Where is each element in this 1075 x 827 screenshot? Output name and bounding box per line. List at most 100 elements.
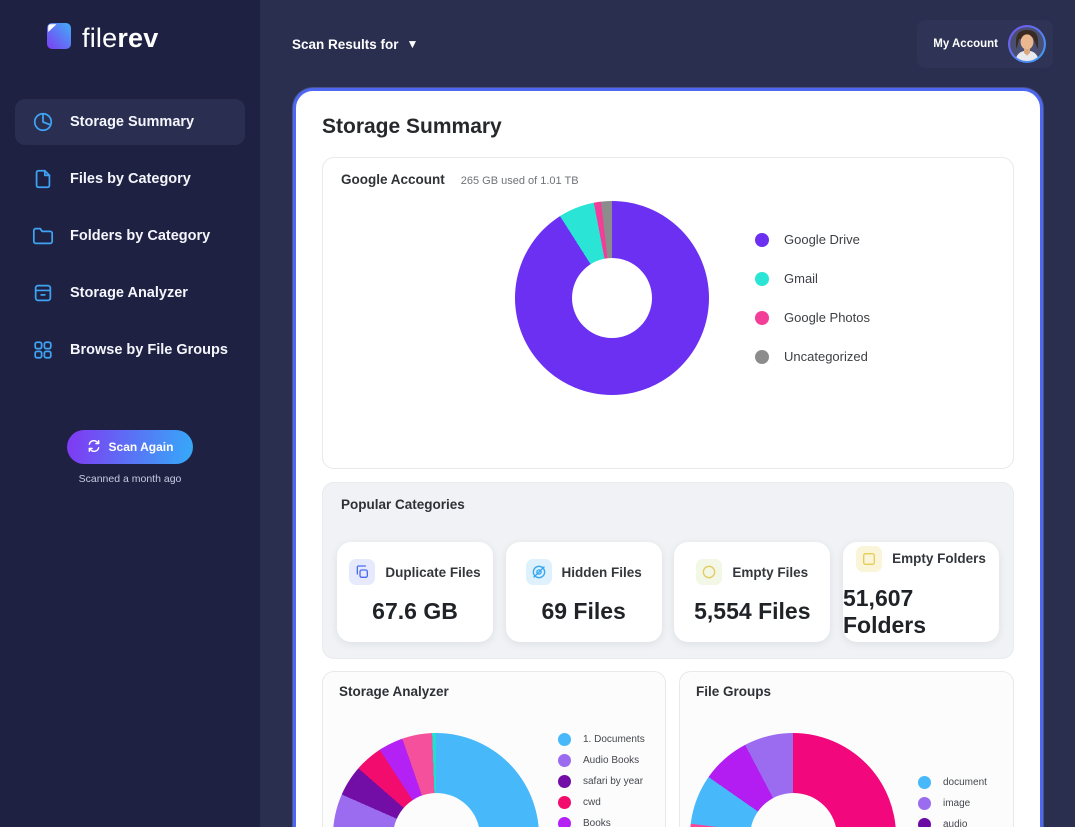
legend-label: Audio Books: [583, 755, 639, 766]
donut-hole: [750, 793, 837, 827]
google-account-legend: Google Drive Gmail Google Photos Uncategori…: [755, 232, 870, 364]
chevron-down-icon: ▼: [407, 38, 419, 50]
legend-dot: [558, 796, 571, 809]
bottom-charts-row: Storage Analyzer 1. Documents Audio Books…: [322, 671, 1014, 827]
scan-results-for-dropdown[interactable]: Scan Results for ▼: [292, 37, 418, 52]
storage-analyzer-donut-chart[interactable]: [333, 733, 539, 827]
legend-item: Audio Books: [558, 754, 645, 767]
legend-label: Gmail: [784, 271, 818, 286]
legend-label: cwd: [583, 797, 601, 808]
legend-label: safari by year: [583, 776, 643, 787]
stat-card-empty-files[interactable]: Empty Files 5,554 Files: [674, 542, 830, 642]
file-groups-legend: documentimageaudiovideo: [918, 776, 987, 827]
stat-value: 69 Files: [541, 598, 625, 625]
sidebar-item-files-by-category[interactable]: Files by Category: [15, 156, 245, 202]
scan-again-button[interactable]: Scan Again: [67, 430, 193, 464]
scan-results-for-label: Scan Results for: [292, 37, 399, 52]
avatar-ring: [1008, 25, 1046, 63]
legend-dot: [755, 350, 769, 364]
legend-dot: [755, 311, 769, 325]
google-account-header: Google Account 265 GB used of 1.01 TB: [341, 172, 995, 187]
legend-dot: [558, 733, 571, 746]
filerev-logo-icon: [46, 22, 72, 55]
sidebar-item-folders-by-category[interactable]: Folders by Category: [15, 213, 245, 259]
legend-dot: [558, 754, 571, 767]
page-title: Storage Summary: [322, 115, 1014, 139]
legend-label: Books: [583, 818, 611, 827]
legend-dot: [918, 797, 931, 810]
stat-value: 5,554 Files: [694, 598, 810, 625]
legend-item: Google Drive: [755, 232, 870, 247]
legend-dot: [918, 776, 931, 789]
google-account-chart: Google Drive Gmail Google Photos Uncategori…: [341, 201, 995, 395]
google-account-donut-chart[interactable]: [515, 201, 709, 395]
legend-item: 1. Documents: [558, 733, 645, 746]
legend-dot: [558, 775, 571, 788]
legend-item: document: [918, 776, 987, 789]
sidebar-item-label: Folders by Category: [70, 228, 210, 244]
file-icon: [31, 167, 55, 191]
stat-card-empty-folders[interactable]: Empty Folders 51,607 Folders: [843, 542, 999, 642]
archive-box-icon: [31, 281, 55, 305]
legend-item: safari by year: [558, 775, 645, 788]
legend-dot: [558, 817, 571, 827]
circle-outline-icon: [696, 559, 722, 585]
my-account-label: My Account: [933, 38, 998, 50]
storage-analyzer-panel: Storage Analyzer 1. Documents Audio Books…: [322, 671, 666, 827]
legend-item: Uncategorized: [755, 349, 870, 364]
legend-item: image: [918, 797, 987, 810]
google-account-usage: 265 GB used of 1.01 TB: [461, 175, 579, 187]
sidebar-item-label: Browse by File Groups: [70, 342, 228, 358]
donut-hole: [572, 258, 652, 338]
square-outline-icon: [856, 546, 882, 572]
stat-label: Empty Folders: [892, 551, 986, 566]
legend-item: Google Photos: [755, 310, 870, 325]
main-area: Scan Results for ▼ My Account Storage Su…: [260, 0, 1075, 827]
last-scan-caption: Scanned a month ago: [0, 473, 260, 485]
storage-analyzer-title: Storage Analyzer: [339, 684, 649, 699]
folder-icon: [31, 224, 55, 248]
legend-label: 1. Documents: [583, 734, 645, 745]
app-name: filerev: [82, 23, 158, 54]
app-logo: filerev: [46, 22, 260, 55]
legend-item: cwd: [558, 796, 645, 809]
user-avatar: [1010, 27, 1044, 61]
storage-summary-card: Storage Summary Google Account 265 GB us…: [293, 88, 1043, 827]
legend-dot: [918, 818, 931, 827]
legend-item: Gmail: [755, 271, 870, 286]
file-groups-title: File Groups: [696, 684, 997, 699]
refresh-icon: [87, 439, 101, 456]
scan-again-section: Scan Again Scanned a month ago: [0, 430, 260, 485]
sidebar-item-storage-analyzer[interactable]: Storage Analyzer: [15, 270, 245, 316]
stat-card-hidden-files[interactable]: Hidden Files 69 Files: [506, 542, 662, 642]
storage-analyzer-legend: 1. Documents Audio Books safari by year cwd…: [558, 733, 645, 827]
legend-label: document: [943, 777, 987, 788]
grid-icon: [31, 338, 55, 362]
topbar: Scan Results for ▼ My Account: [260, 0, 1075, 88]
sidebar-item-browse-by-file-groups[interactable]: Browse by File Groups: [15, 327, 245, 373]
legend-label: Google Drive: [784, 232, 860, 247]
sidebar-nav: Storage Summary Files by Category Folder…: [0, 99, 260, 384]
copy-icon: [349, 559, 375, 585]
stat-value: 51,607 Folders: [843, 585, 999, 639]
legend-item: audio: [918, 818, 987, 827]
stat-card-duplicate-files[interactable]: Duplicate Files 67.6 GB: [337, 542, 493, 642]
legend-label: Google Photos: [784, 310, 870, 325]
legend-dot: [755, 233, 769, 247]
popular-categories-panel: Popular Categories Duplicate Files 67.6 …: [322, 482, 1014, 659]
my-account-button[interactable]: My Account: [917, 20, 1053, 68]
sidebar-item-label: Storage Summary: [70, 114, 194, 130]
legend-label: audio: [943, 819, 967, 827]
google-account-title: Google Account: [341, 172, 445, 187]
popular-categories-title: Popular Categories: [341, 497, 1001, 512]
stat-label: Hidden Files: [562, 565, 642, 580]
sidebar-item-label: Files by Category: [70, 171, 191, 187]
file-groups-donut-chart[interactable]: [690, 733, 896, 827]
stat-label: Empty Files: [732, 565, 808, 580]
legend-dot: [755, 272, 769, 286]
legend-label: Uncategorized: [784, 349, 868, 364]
sidebar: filerev Storage Summary Files by Categor…: [0, 0, 260, 827]
scan-again-label: Scan Again: [109, 440, 174, 454]
sidebar-item-storage-summary[interactable]: Storage Summary: [15, 99, 245, 145]
stat-value: 67.6 GB: [372, 598, 458, 625]
